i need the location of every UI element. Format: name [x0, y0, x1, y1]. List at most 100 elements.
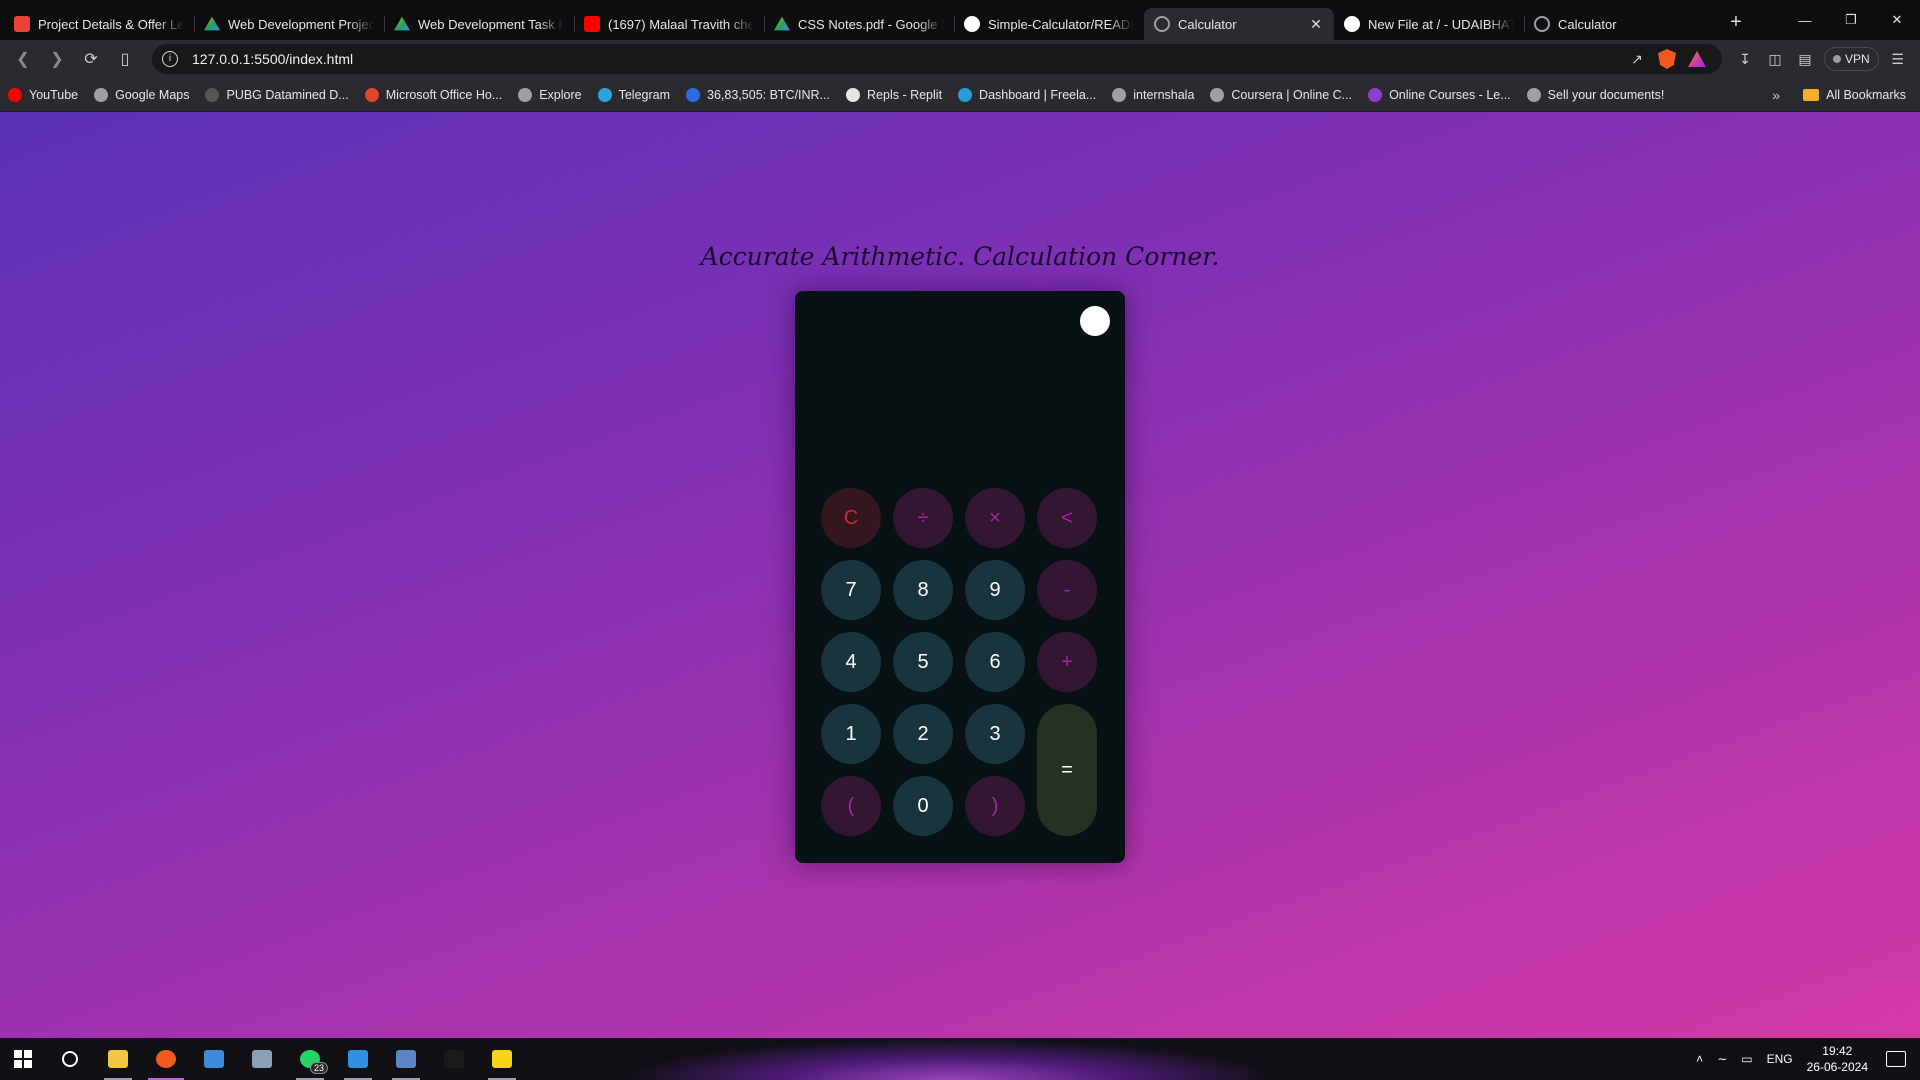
digit-6-button[interactable]: 6	[965, 632, 1025, 692]
taskbar-app[interactable]	[94, 1038, 142, 1080]
close-window-icon[interactable]: ✕	[1874, 0, 1920, 40]
browser-tab[interactable]: Web Development Task PDF	[384, 8, 574, 40]
battery-icon[interactable]: ▭	[1741, 1052, 1752, 1066]
digit-7-button[interactable]: 7	[821, 560, 881, 620]
notification-icon[interactable]	[1886, 1051, 1906, 1067]
globe-icon	[1154, 16, 1170, 32]
backspace-button[interactable]: <	[1037, 488, 1097, 548]
divide-button[interactable]: ÷	[893, 488, 953, 548]
bookmark-item[interactable]: Sell your documents!	[1526, 87, 1664, 102]
language-indicator[interactable]: ENG	[1767, 1052, 1793, 1066]
download-icon[interactable]: ↧	[1730, 46, 1760, 72]
digit-4-button[interactable]: 4	[821, 632, 881, 692]
minimize-icon[interactable]: —	[1782, 0, 1828, 40]
digit-5-button[interactable]: 5	[893, 632, 953, 692]
open-paren-button[interactable]: (	[821, 776, 881, 836]
browser-tab[interactable]: Simple-Calculator/README.md	[954, 8, 1144, 40]
reload-button[interactable]: ⟳	[74, 44, 108, 74]
new-tab-button[interactable]: +	[1720, 6, 1752, 38]
bookmark-favicon-icon	[958, 87, 973, 102]
vpn-status-dot	[1833, 55, 1841, 63]
browser-tab[interactable]: (1697) Malaal Travith che Song	[574, 8, 764, 40]
taskbar-app[interactable]	[142, 1038, 190, 1080]
calculator: C ÷ × <7 8 9- 4 5 6 +1 2 3 = (0)	[795, 291, 1125, 863]
digit-8-button[interactable]: 8	[893, 560, 953, 620]
multiply-button[interactable]: ×	[965, 488, 1025, 548]
close-paren-button[interactable]: )	[965, 776, 1025, 836]
bookmark-item[interactable]: YouTube	[8, 87, 78, 102]
wallet-icon[interactable]: ▤	[1790, 46, 1820, 72]
bookmark-favicon-icon	[518, 87, 533, 102]
browser-tab[interactable]: Project Details & Offer Letter	[4, 8, 194, 40]
url-text[interactable]: 127.0.0.1:5500/index.html	[192, 51, 353, 67]
bookmark-item[interactable]: Google Maps	[94, 87, 189, 102]
taskbar-app[interactable]	[46, 1038, 94, 1080]
forward-button[interactable]: ❯	[40, 44, 74, 74]
browser-tab[interactable]: Calculator ✕	[1144, 8, 1334, 40]
equals-button[interactable]: =	[1037, 704, 1097, 836]
bookmark-item[interactable]: Online Courses - Le...	[1368, 87, 1511, 102]
bookmark-label: Explore	[539, 87, 582, 102]
all-bookmarks-folder[interactable]: All Bookmarks	[1803, 88, 1906, 102]
browser-tab[interactable]: Web Development Project Details	[194, 8, 384, 40]
bookmark-item[interactable]: Coursera | Online C...	[1210, 87, 1352, 102]
subtract-button[interactable]: -	[1037, 560, 1097, 620]
share-icon[interactable]: ↗	[1622, 46, 1652, 72]
wifi-icon[interactable]: ∼	[1717, 1052, 1727, 1066]
start-button[interactable]	[0, 1038, 46, 1080]
bookmark-favicon-icon	[1526, 87, 1541, 102]
close-tab-icon[interactable]: ✕	[1308, 16, 1324, 32]
bookmark-item[interactable]: Dashboard | Freela...	[958, 87, 1096, 102]
browser-tab[interactable]: Calculator	[1524, 8, 1714, 40]
clear-button[interactable]: C	[821, 488, 881, 548]
bookmark-favicon-icon	[1368, 87, 1383, 102]
taskbar-app[interactable]	[430, 1038, 478, 1080]
bookmark-page-button[interactable]: ▯	[108, 44, 142, 74]
taskbar-app[interactable]	[238, 1038, 286, 1080]
taskbar-wallpaper-glow	[620, 1038, 1280, 1080]
clock[interactable]: 19:42 26-06-2024	[1807, 1043, 1868, 1075]
taskbar-app[interactable]	[190, 1038, 238, 1080]
bookmark-item[interactable]: Explore	[518, 87, 582, 102]
restore-icon[interactable]: ❐	[1828, 0, 1874, 40]
sidebar-icon[interactable]: ◫	[1760, 46, 1790, 72]
bookmark-label: Online Courses - Le...	[1389, 87, 1511, 102]
bookmark-favicon-icon	[686, 87, 701, 102]
bookmark-label: Microsoft Office Ho...	[385, 87, 503, 102]
tray-overflow-icon[interactable]: ˄	[1696, 1052, 1703, 1066]
page-content: Accurate Arithmetic. Calculation Corner.…	[0, 112, 1920, 1038]
taskbar-app[interactable]	[334, 1038, 382, 1080]
tab-title: Web Development Project Details	[228, 16, 374, 32]
browser-tab[interactable]: CSS Notes.pdf - Google Drive	[764, 8, 954, 40]
vpn-button[interactable]: VPN	[1824, 47, 1879, 71]
site-info-icon[interactable]: i	[162, 51, 178, 67]
bookmark-item[interactable]: Repls - Replit	[846, 87, 942, 102]
add-button[interactable]: +	[1037, 632, 1097, 692]
browser-tab-strip: Project Details & Offer Letter Web Develo…	[0, 0, 1920, 40]
bookmark-item[interactable]: internshala	[1112, 87, 1194, 102]
bookmark-item[interactable]: PUBG Datamined D...	[205, 87, 349, 102]
brave-rewards-icon[interactable]: 1	[1682, 46, 1712, 72]
taskbar-app[interactable]	[382, 1038, 430, 1080]
digit-1-button[interactable]: 1	[821, 704, 881, 764]
digit-3-button[interactable]: 3	[965, 704, 1025, 764]
brave-shields-icon[interactable]	[1652, 46, 1682, 72]
digit-9-button[interactable]: 9	[965, 560, 1025, 620]
address-bar[interactable]: i 127.0.0.1:5500/index.html ↗ 1	[152, 44, 1722, 74]
bookmark-favicon-icon	[846, 87, 861, 102]
bookmark-item[interactable]: 36,83,505: BTC/INR...	[686, 87, 830, 102]
windows-taskbar: 23 ˄ ∼ ▭ ENG 19:42 26-06-2024	[0, 1038, 1920, 1080]
back-button[interactable]: ❮	[6, 44, 40, 74]
app-icon	[396, 1050, 416, 1068]
taskbar-app[interactable]: 23	[286, 1038, 334, 1080]
menu-icon[interactable]: ☰	[1883, 46, 1913, 72]
taskbar-app[interactable]	[478, 1038, 526, 1080]
more-bookmarks-icon[interactable]: »	[1772, 87, 1780, 103]
bookmark-item[interactable]: Microsoft Office Ho...	[364, 87, 503, 102]
theme-toggle-button[interactable]	[1080, 306, 1110, 336]
digit-2-button[interactable]: 2	[893, 704, 953, 764]
browser-tab[interactable]: New File at / - UDAIBHAT/Calc	[1334, 8, 1524, 40]
bookmark-item[interactable]: Telegram	[597, 87, 670, 102]
digit-0-button[interactable]: 0	[893, 776, 953, 836]
all-bookmarks-label: All Bookmarks	[1826, 87, 1906, 102]
